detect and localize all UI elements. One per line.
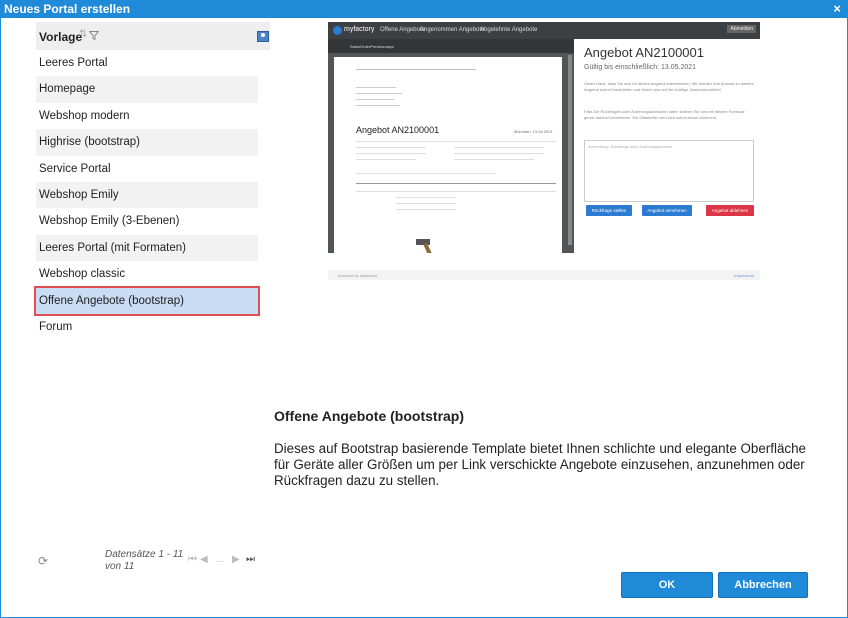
preview-pdf-viewer: SalesOrderPreview.aspx Angebot AN2100001… <box>328 39 574 253</box>
next-page-icon[interactable]: ▶ <box>232 554 240 565</box>
pager-info: Datensätze 1 - 11 von 11 <box>105 549 185 573</box>
template-list-item[interactable]: Forum <box>36 314 258 340</box>
page-ellipsis[interactable]: ... <box>216 554 224 565</box>
list-header: Vorlage ⇅ <box>36 22 270 50</box>
pager: ⟳ Datensätze 1 - 11 von 11 ⏮ ◀ ... ▶ ⏭ <box>36 548 270 574</box>
preview-logout: Abmelden <box>727 25 756 33</box>
pdf-date: München, 13.04.2021 <box>514 129 553 134</box>
pdf-heading: Angebot AN2100001 <box>356 125 440 135</box>
template-list-item[interactable]: Service Portal <box>36 156 258 182</box>
preview-footer-left: powered by myfactory <box>338 273 378 278</box>
refresh-icon[interactable]: ⟳ <box>38 554 48 568</box>
template-list-item[interactable]: Webshop Emily <box>36 181 258 209</box>
pager-info-range: Datensätze 1 - 11 <box>105 549 184 560</box>
template-list-item[interactable]: Offene Angebote (bootstrap) <box>34 285 260 316</box>
ok-button[interactable]: OK <box>621 572 713 598</box>
prev-page-icon[interactable]: ◀ <box>200 554 208 565</box>
pdf-scrollbar <box>568 55 572 245</box>
preview-footer: powered by myfactory Impressum <box>328 270 760 280</box>
template-preview: myfactory Offene Angebote Angenommen Ang… <box>328 22 760 282</box>
preview-question-button: Rückfrage stellen <box>586 205 632 216</box>
template-list-item[interactable]: Homepage <box>36 76 258 103</box>
template-list-item[interactable]: Leeres Portal <box>36 50 258 76</box>
list-header-label[interactable]: Vorlage <box>39 30 82 44</box>
preview-textarea: Anmerkung, Rückfrage oder Änderungswunsc… <box>584 140 754 202</box>
sort-icon[interactable]: ⇅ <box>79 29 87 40</box>
pdf-page: Angebot AN2100001 München, 13.04.2021 <box>334 57 562 253</box>
pager-info-total: von 11 <box>105 561 135 572</box>
window-titlebar: Neues Portal erstellen × <box>0 0 848 18</box>
window-title: Neues Portal erstellen <box>4 2 131 16</box>
last-page-icon[interactable]: ⏭ <box>246 554 255 565</box>
preview-nav-link: Offene Angebote <box>380 27 425 33</box>
hammer-image-icon <box>416 239 433 253</box>
pdf-toolbar: SalesOrderPreview.aspx <box>328 39 574 53</box>
template-list-item[interactable]: Webshop Emily (3-Ebenen) <box>36 208 258 234</box>
preview-offer-panel: Angebot AN2100001 Gültig bis einschließl… <box>574 39 760 253</box>
template-list-item[interactable]: Highrise (bootstrap) <box>36 129 258 156</box>
filter-icon[interactable] <box>89 31 99 40</box>
preview-decline-button: Angebot ablehnen <box>706 205 754 216</box>
preview-valid-until: Gültig bis einschließlich: 13.05.2021 <box>584 64 697 71</box>
preview-footer-right: Impressum <box>734 273 754 278</box>
template-list-item[interactable]: Webshop modern <box>36 103 258 129</box>
myfactory-logo-icon <box>333 26 342 35</box>
preview-textarea-placeholder: Anmerkung, Rückfrage oder Änderungswunsc… <box>588 144 673 149</box>
description-text: Dieses auf Bootstrap basierende Template… <box>274 441 807 488</box>
preview-intro-text: Vielen Dank, dass Sie sich für dieses An… <box>584 81 754 92</box>
preview-nav-link: Abgelehnte Angebote <box>480 27 538 33</box>
preview-navbar: myfactory Offene Angebote Angenommen Ang… <box>328 22 760 39</box>
preview-brand: myfactory <box>344 26 375 33</box>
preview-info-text: Falls Sie Rückfragen oder Änderungswünsc… <box>584 109 745 120</box>
first-page-icon[interactable]: ⏮ <box>188 554 197 565</box>
preview-nav-link: Angenommen Angebote <box>420 27 485 33</box>
close-icon[interactable]: × <box>833 2 841 15</box>
description-title: Offene Angebote (bootstrap) <box>274 408 465 424</box>
template-list-item[interactable]: Webshop classic <box>36 261 258 287</box>
cancel-button[interactable]: Abbrechen <box>718 572 808 598</box>
user-icon[interactable] <box>257 31 269 42</box>
template-list: Leeres Portal Homepage Webshop modern Highr… <box>34 50 260 340</box>
pdf-filename: SalesOrderPreview.aspx <box>350 44 394 49</box>
template-list-item[interactable]: Leeres Portal (mit Formaten) <box>36 234 258 262</box>
preview-accept-button: Angebot annehmen <box>642 205 692 216</box>
preview-offer-title: Angebot AN2100001 <box>584 45 704 60</box>
